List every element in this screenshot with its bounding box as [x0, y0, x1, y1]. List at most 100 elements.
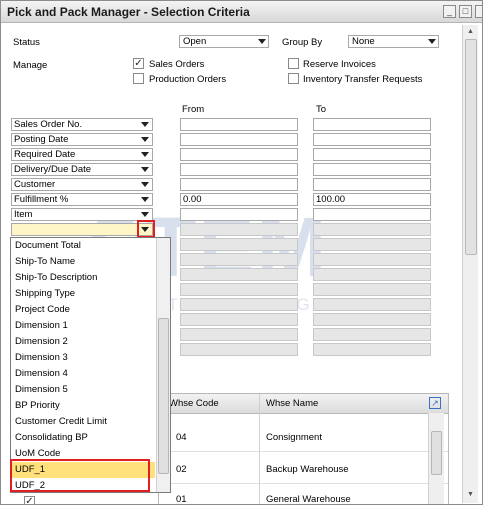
from-field-11 — [180, 268, 298, 281]
window-scrollbar-thumb[interactable] — [465, 39, 477, 255]
from-field-7[interactable] — [180, 208, 298, 221]
from-field-5[interactable] — [180, 178, 298, 191]
criteria-label: Item — [14, 209, 33, 220]
sales-orders-checkbox[interactable]: ✓ — [133, 58, 144, 69]
reserve-invoices-label: Reserve Invoices — [303, 59, 376, 70]
chevron-down-icon — [258, 39, 266, 44]
criteria-select-4[interactable]: Delivery/Due Date — [11, 163, 153, 176]
from-field-1[interactable] — [180, 118, 298, 131]
to-field-6[interactable]: 100.00 — [313, 193, 431, 206]
list-item[interactable]: Project Code — [11, 302, 155, 318]
to-field-1[interactable] — [313, 118, 431, 131]
window-scrollbar[interactable]: ▲ ▼ — [462, 25, 478, 503]
list-item[interactable]: Document Total — [11, 238, 155, 254]
close-button[interactable] — [475, 5, 482, 18]
criteria-select-3[interactable]: Required Date — [11, 148, 153, 161]
whse-code-cell: 01 — [176, 494, 187, 505]
pick-pack-selection-window: Pick and Pack Manager - Selection Criter… — [0, 0, 483, 505]
list-item[interactable]: BP Priority — [11, 398, 155, 414]
list-scrollbar[interactable] — [156, 238, 170, 492]
to-field-7[interactable] — [313, 208, 431, 221]
to-header: To — [316, 104, 327, 115]
to-field-13 — [313, 298, 431, 311]
list-item[interactable]: Ship-To Name — [11, 254, 155, 270]
chevron-down-icon — [141, 152, 149, 157]
whse-code-cell: 02 — [176, 464, 187, 475]
minimize-button[interactable]: _ — [443, 5, 456, 18]
from-field-8 — [180, 223, 298, 236]
from-field-12 — [180, 283, 298, 296]
list-item[interactable]: Ship-To Description — [11, 270, 155, 286]
criteria-select-6[interactable]: Fulfillment % — [11, 193, 153, 206]
from-field-3[interactable] — [180, 148, 298, 161]
maximize-button[interactable]: □ — [459, 5, 472, 18]
from-header: From — [182, 104, 205, 115]
to-field-8 — [313, 223, 431, 236]
list-item[interactable]: Consolidating BP — [11, 430, 155, 446]
to-field-5[interactable] — [313, 178, 431, 191]
list-item[interactable]: Dimension 4 — [11, 366, 155, 382]
production-orders-checkbox[interactable] — [133, 73, 144, 84]
manage-label: Manage — [13, 60, 48, 71]
table-row[interactable]: 01 General Warehouse — [159, 488, 448, 505]
criteria-label: Delivery/Due Date — [14, 164, 92, 175]
column-header-whse-name[interactable]: Whse Name — [266, 398, 318, 409]
chevron-down-icon — [141, 182, 149, 187]
dropdown-arrow-highlight-box — [137, 220, 155, 238]
whse-code-cell: 04 — [176, 432, 187, 443]
criteria-label: Posting Date — [14, 134, 69, 145]
list-item[interactable]: Shipping Type — [11, 286, 155, 302]
to-field-10 — [313, 253, 431, 266]
row-select-checkbox[interactable]: ✓ — [24, 496, 35, 504]
column-header-whse-code[interactable]: Whse Code — [169, 398, 219, 409]
whse-name-cell: General Warehouse — [266, 494, 351, 505]
whse-name-cell: Backup Warehouse — [266, 464, 349, 475]
chevron-down-icon — [141, 137, 149, 142]
inventory-transfer-checkbox[interactable] — [288, 73, 299, 84]
criteria-label: Sales Order No. — [14, 119, 83, 130]
reserve-invoices-checkbox[interactable] — [288, 58, 299, 69]
criteria-label: Customer — [14, 179, 56, 190]
from-field-2[interactable] — [180, 133, 298, 146]
table-scrollbar[interactable] — [428, 413, 444, 504]
scroll-up-icon[interactable]: ▲ — [464, 26, 477, 38]
from-field-4[interactable] — [180, 163, 298, 176]
list-item[interactable]: Dimension 2 — [11, 334, 155, 350]
table-row[interactable]: 02 Backup Warehouse — [159, 456, 448, 484]
status-value: Open — [183, 36, 207, 47]
expand-icon[interactable]: ↗ — [429, 397, 441, 409]
to-field-16 — [313, 343, 431, 356]
criteria-select-5[interactable]: Customer — [11, 178, 153, 191]
to-field-3[interactable] — [313, 148, 431, 161]
to-field-4[interactable] — [313, 163, 431, 176]
from-field-6[interactable]: 0.00 — [180, 193, 298, 206]
criteria-select-7[interactable]: Item — [11, 208, 153, 221]
title-bar: Pick and Pack Manager - Selection Criter… — [1, 1, 482, 23]
criteria-dropdown-list[interactable]: Document Total Ship-To Name Ship-To Desc… — [10, 237, 171, 493]
table-scrollbar-thumb[interactable] — [431, 431, 442, 475]
group-by-select[interactable]: None — [348, 35, 439, 48]
list-scrollbar-thumb[interactable] — [158, 318, 169, 474]
to-field-15 — [313, 328, 431, 341]
chevron-down-icon — [141, 167, 149, 172]
from-field-15 — [180, 328, 298, 341]
chevron-down-icon — [141, 122, 149, 127]
criteria-select-1[interactable]: Sales Order No. — [11, 118, 153, 131]
scroll-down-icon[interactable]: ▼ — [464, 489, 477, 501]
to-field-12 — [313, 283, 431, 296]
list-item[interactable]: Dimension 1 — [11, 318, 155, 334]
from-field-10 — [180, 253, 298, 266]
table-row[interactable]: 04 Consignment — [159, 424, 448, 452]
sales-orders-label: Sales Orders — [149, 59, 205, 70]
criteria-select-8-active[interactable] — [11, 223, 153, 236]
status-select[interactable]: Open — [179, 35, 269, 48]
list-item[interactable]: Customer Credit Limit — [11, 414, 155, 430]
criteria-label: Required Date — [14, 149, 76, 160]
list-item[interactable]: Dimension 3 — [11, 350, 155, 366]
from-field-16 — [180, 343, 298, 356]
criteria-select-2[interactable]: Posting Date — [11, 133, 153, 146]
list-item[interactable]: Dimension 5 — [11, 382, 155, 398]
whse-name-cell: Consignment — [266, 432, 322, 443]
status-label: Status — [13, 37, 40, 48]
to-field-2[interactable] — [313, 133, 431, 146]
